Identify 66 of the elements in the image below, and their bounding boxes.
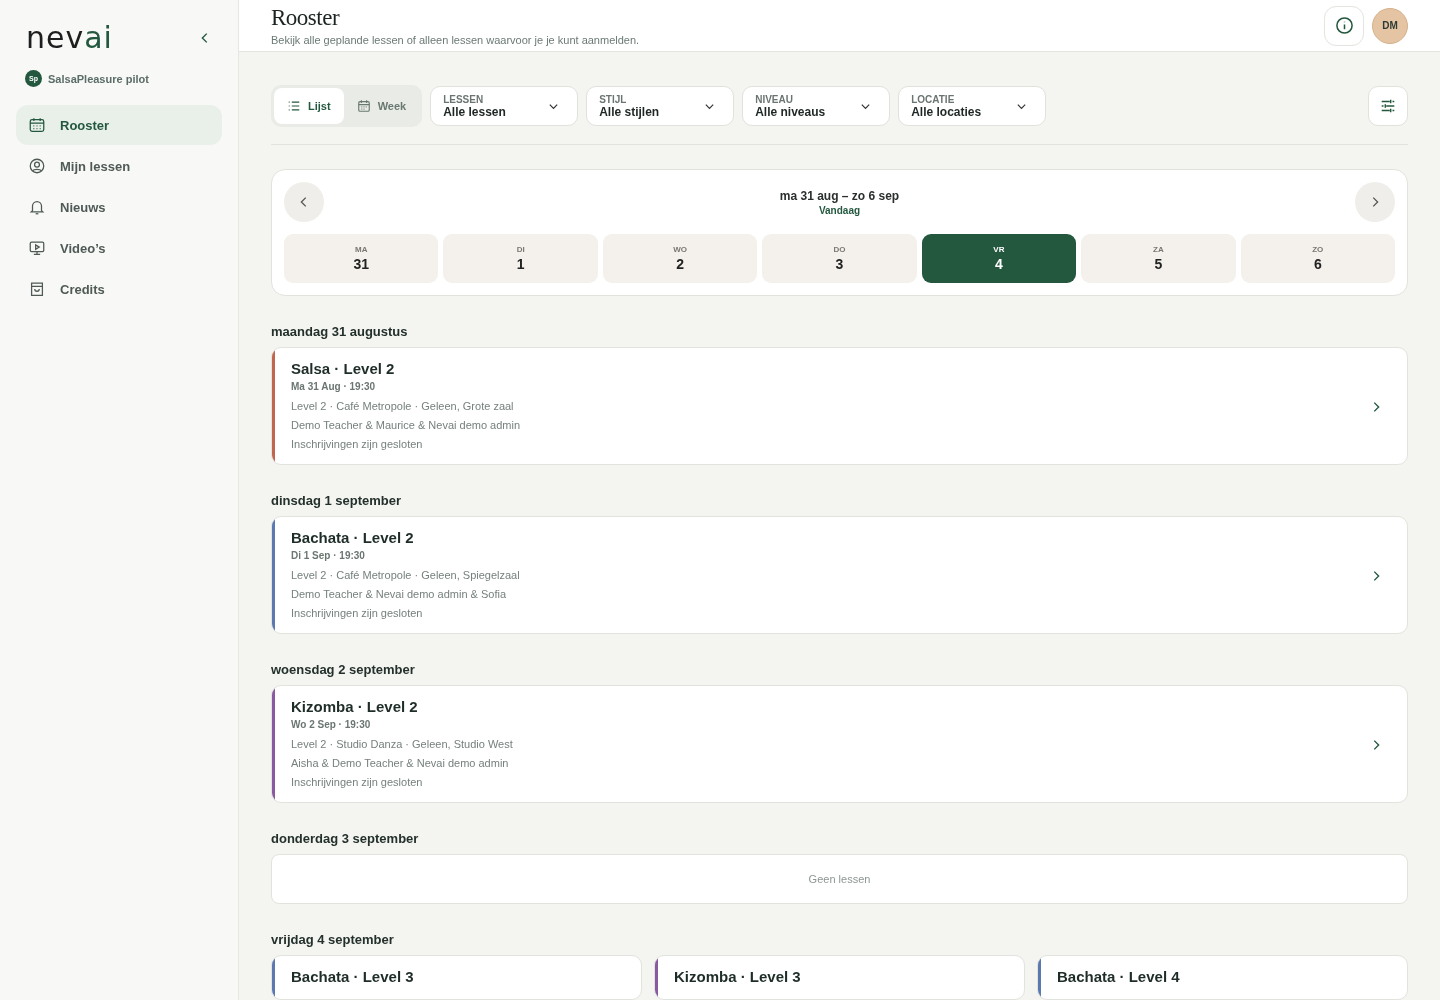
day-heading: donderdag 3 september	[271, 831, 420, 846]
lesson-detail: Aisha & Demo Teacher & Nevai demo admin	[291, 756, 510, 771]
lesson-card[interactable]: Kizomba · Level 2 Wo 2 Sep · 19:30 Level 2 · Studio Danza · Geleen, Studio West Aisha & Demo Teacher & Nevai demo admin Inschrijvingen zijn gesloten	[271, 685, 1408, 803]
info-button[interactable]	[1324, 5, 1364, 46]
logo: nevai	[26, 23, 113, 53]
nav-item[interactable]: Video’s	[16, 228, 222, 268]
bag-icon	[28, 280, 46, 298]
nav-item[interactable]: Mijn lessen	[16, 146, 222, 186]
lesson-card[interactable]: Bachata · Level 2 Di 1 Sep · 19:30 Level 2 · Café Metropole · Geleen, Spiegelzaal Demo Teacher & Nevai demo admin & Sofia Inschrijvingen zijn gesloten	[271, 516, 1408, 634]
day-heading: woensdag 2 september	[271, 662, 416, 677]
view-tab[interactable]: Week	[343, 88, 420, 124]
lesson-detail: Level 2 · Studio Danza · Geleen, Studio West	[291, 737, 513, 752]
lesson-detail: Inschrijvingen zijn gesloten	[291, 437, 424, 452]
day-heading: dinsdag 1 september	[271, 493, 403, 508]
lesson-detail: Demo Teacher & Maurice & Nevai demo admin	[291, 418, 521, 433]
day-tab[interactable]: MA 31	[284, 234, 439, 283]
day-heading: vrijdag 4 september	[271, 932, 395, 947]
lesson-detail: Inschrijvingen zijn gesloten	[291, 775, 424, 790]
filter-dropdown[interactable]: STIJL Alle stijlen	[586, 86, 735, 126]
lesson-detail: Level 2 · Café Metropole · Geleen, Grote zaal	[291, 399, 515, 414]
lesson-title: Bachata · Level 3	[291, 968, 414, 985]
lesson-detail: Inschrijvingen zijn gesloten	[291, 606, 424, 621]
settings-button[interactable]	[1368, 86, 1408, 126]
lesson-title: Salsa · Level 2	[291, 360, 396, 377]
empty-message: Geen lessen	[808, 873, 871, 885]
lesson-card[interactable]: Bachata · Level 3	[271, 955, 642, 1000]
user-icon	[28, 157, 46, 175]
lesson-time: Ma 31 Aug · 19:30	[291, 381, 377, 392]
info-icon	[1334, 16, 1354, 35]
day-tab[interactable]: ZA 5	[1081, 234, 1236, 283]
day-heading: maandag 31 augustus	[271, 324, 409, 339]
lesson-title: Bachata · Level 2	[291, 529, 415, 546]
calendar-icon	[28, 116, 46, 134]
lesson-title: Kizomba · Level 2	[291, 698, 419, 715]
day-tab[interactable]: WO 2	[602, 234, 758, 283]
lesson-detail: Level 2 · Café Metropole · Geleen, Spiegelzaal	[291, 568, 520, 583]
video-icon	[28, 239, 46, 257]
day-tab[interactable]: DI 1	[443, 234, 598, 283]
lesson-card[interactable]: Salsa · Level 2 Ma 31 Aug · 19:30 Level 2 · Café Metropole · Geleen, Grote zaal Demo Teacher & Maurice & Nevai demo admin Inschrijvingen zijn gesloten	[271, 347, 1408, 465]
day-tab[interactable]: VR 4	[921, 234, 1077, 283]
view-tab[interactable]: Lijst	[274, 88, 344, 124]
sliders-icon	[1379, 97, 1397, 115]
page-title: Rooster	[271, 5, 341, 31]
user-avatar[interactable]: DM	[1372, 7, 1408, 44]
lesson-title: Kizomba · Level 3	[674, 968, 801, 985]
lesson-title: Bachata · Level 4	[1057, 968, 1180, 985]
lesson-card[interactable]: Bachata · Level 4	[1037, 955, 1408, 1000]
lesson-time: Di 1 Sep · 19:30	[291, 550, 366, 561]
filter-dropdown[interactable]: LESSEN Alle lessen	[430, 86, 579, 126]
filter-dropdown[interactable]: LOCATIE Alle locaties	[898, 86, 1047, 126]
page-subtitle: Bekijk alle geplande lessen of alleen lessen waarvoor je je kunt aanmelden.	[271, 34, 640, 46]
calendar-icon	[356, 99, 371, 113]
bell-icon	[28, 198, 46, 216]
list-icon	[287, 99, 301, 113]
day-tab[interactable]: DO 3	[762, 234, 917, 283]
nav-item[interactable]: Credits	[16, 269, 222, 309]
filter-dropdown[interactable]: NIVEAU Alle niveaus	[742, 86, 891, 126]
day-tab[interactable]: ZO 6	[1240, 234, 1395, 283]
lesson-time: Wo 2 Sep · 19:30	[291, 719, 372, 730]
lesson-detail: Demo Teacher & Nevai demo admin & Sofia	[291, 587, 507, 602]
lesson-card[interactable]: Kizomba · Level 3	[654, 955, 1025, 1000]
week-range: ma 31 aug – zo 6 sep	[779, 188, 900, 203]
today-link[interactable]: Vandaag	[818, 204, 861, 216]
org-name: SalsaPleasure pilot	[48, 72, 149, 85]
nav-item[interactable]: Rooster	[16, 105, 222, 145]
nav-item[interactable]: Nieuws	[16, 187, 222, 227]
